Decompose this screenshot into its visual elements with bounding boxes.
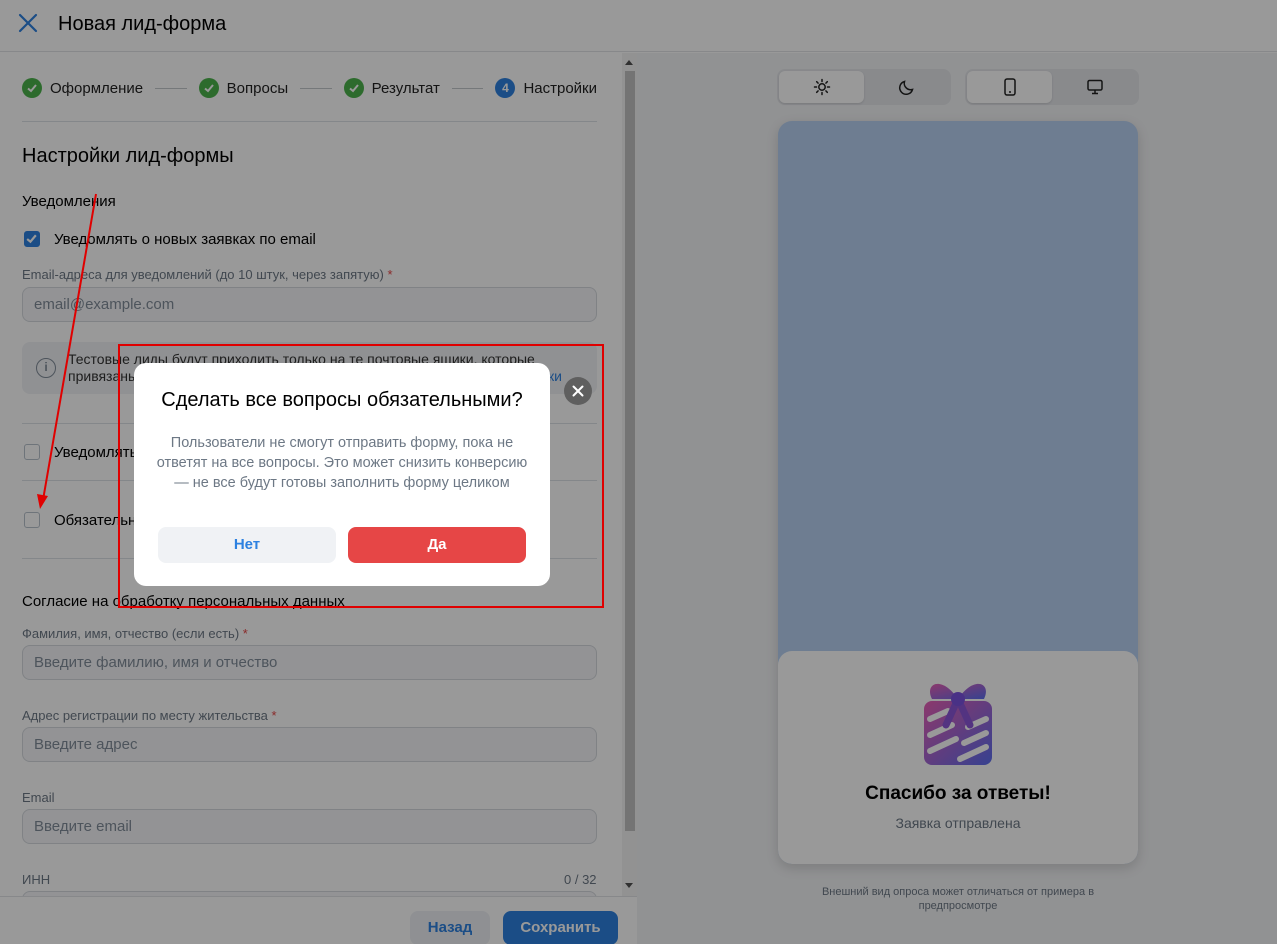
annotation-rectangle xyxy=(118,344,604,608)
